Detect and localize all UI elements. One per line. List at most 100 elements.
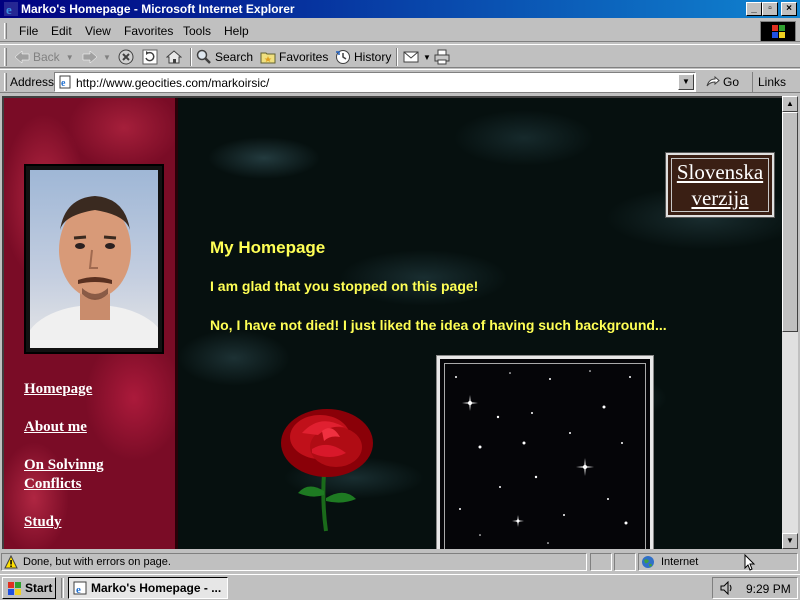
taskbar-separator	[61, 578, 64, 598]
menu-view[interactable]: View	[85, 24, 111, 38]
status-message: Done, but with errors on page.	[23, 556, 171, 568]
warning-icon[interactable]	[4, 555, 18, 569]
menu-edit[interactable]: Edit	[51, 24, 72, 38]
start-button[interactable]: Start	[2, 577, 56, 599]
forward-dropdown-icon[interactable]: ▼	[103, 53, 111, 62]
windows-logo-icon	[760, 21, 796, 42]
search-button[interactable]: Search	[196, 48, 253, 66]
portrait-image	[30, 196, 158, 348]
toolbar-separator	[190, 48, 192, 66]
history-icon	[336, 50, 350, 64]
favorites-folder-icon	[260, 52, 276, 64]
starfield-image-frame	[436, 355, 654, 549]
maximize-button[interactable]: ▫	[762, 2, 778, 16]
windows-flag-icon	[8, 582, 21, 595]
go-button[interactable]: Go	[706, 75, 739, 89]
history-label: History	[354, 50, 392, 64]
home-icon	[166, 50, 182, 64]
taskbar-ie-label: Marko's Homepage - ...	[91, 581, 222, 595]
mail-dropdown-icon[interactable]: ▼	[423, 53, 431, 62]
mouse-cursor-icon	[744, 554, 756, 571]
back-button[interactable]: Back ▼	[14, 48, 74, 66]
menu-favorites[interactable]: Favorites	[124, 24, 173, 38]
scroll-thumb[interactable]	[782, 112, 798, 332]
page-heading: My Homepage	[210, 238, 326, 257]
stop-icon	[118, 49, 134, 65]
profile-photo-frame	[24, 164, 164, 354]
address-input[interactable]: e http://www.geocities.com/markoirsic/ ▼	[54, 72, 696, 92]
nav-link-conflicts[interactable]: On Solvinng Conflicts	[24, 456, 134, 494]
status-bar: Done, but with errors on page. Internet	[0, 552, 800, 572]
menu-tools[interactable]: Tools	[183, 24, 211, 38]
title-bar[interactable]: e Marko's Homepage - Microsoft Internet …	[0, 0, 800, 18]
svg-text:e: e	[6, 2, 12, 17]
toolbar-grip[interactable]	[4, 73, 7, 91]
language-box: Slovenska verzija	[665, 152, 775, 218]
welcome-text: I am glad that you stopped on this page!	[210, 278, 479, 294]
go-arrow-icon	[706, 76, 720, 87]
vertical-scrollbar[interactable]: ▲ ▼	[782, 96, 798, 549]
home-button[interactable]	[166, 48, 185, 66]
back-dropdown-icon[interactable]: ▼	[66, 53, 74, 62]
address-bar: Address e http://www.geocities.com/marko…	[0, 69, 800, 93]
status-panel-empty	[590, 553, 612, 571]
svg-text:e: e	[76, 584, 81, 595]
svg-text:e: e	[61, 78, 66, 89]
refresh-button[interactable]	[142, 48, 161, 66]
sidebar: Homepage About me On Solvinng Conflicts …	[4, 98, 178, 549]
toolbar-grip[interactable]	[4, 23, 7, 39]
minimize-button[interactable]: _	[746, 2, 762, 16]
scroll-down-button[interactable]: ▼	[782, 533, 798, 549]
nav-link-about-me[interactable]: About me	[24, 418, 87, 437]
back-label: Back	[33, 50, 60, 64]
search-icon	[196, 49, 211, 64]
address-label: Address	[10, 75, 55, 89]
back-arrow-icon	[14, 50, 30, 64]
page-icon: e	[59, 75, 71, 89]
background-text: No, I have not died! I just liked the id…	[210, 317, 667, 333]
search-label: Search	[215, 50, 254, 64]
security-zone-panel: Internet	[638, 553, 798, 571]
printer-icon	[434, 49, 450, 65]
status-message-panel: Done, but with errors on page.	[1, 553, 587, 571]
toolbar-separator	[396, 48, 398, 66]
starfield-image	[455, 370, 631, 544]
ie-logo-icon: e	[4, 2, 18, 17]
page-content: Homepage About me On Solvinng Conflicts …	[2, 96, 782, 549]
taskbar-ie-window-button[interactable]: e Marko's Homepage - ...	[68, 577, 228, 599]
globe-icon	[642, 556, 654, 568]
clock[interactable]: 9:29 PM	[746, 582, 791, 596]
start-label: Start	[25, 581, 53, 595]
links-button[interactable]: Links	[752, 72, 786, 92]
scroll-up-button[interactable]: ▲	[782, 96, 798, 112]
stop-button[interactable]	[118, 48, 137, 66]
toolbar-grip[interactable]	[4, 48, 7, 66]
close-button[interactable]: ×	[781, 2, 797, 16]
nav-link-homepage[interactable]: Homepage	[24, 380, 92, 399]
nav-link-study[interactable]: Study	[24, 513, 62, 532]
menu-help[interactable]: Help	[224, 24, 249, 38]
volume-icon[interactable]	[719, 581, 735, 595]
slovenian-version-link[interactable]: Slovenska verzija	[668, 159, 772, 211]
menu-bar: File Edit View Favorites Tools Help	[0, 20, 800, 42]
mail-button[interactable]: ▼	[403, 48, 431, 66]
status-panel-empty	[614, 553, 636, 571]
favorites-button[interactable]: Favorites	[260, 48, 328, 66]
favorites-label: Favorites	[279, 50, 329, 64]
history-button[interactable]: History	[335, 48, 391, 66]
taskbar: Start e Marko's Homepage - ... 9:29 PM	[0, 574, 800, 600]
system-tray: 9:29 PM	[712, 577, 798, 599]
go-label: Go	[723, 75, 740, 89]
mail-icon	[403, 51, 419, 63]
rose-image	[281, 409, 373, 532]
menu-file[interactable]: File	[19, 24, 38, 38]
print-button[interactable]	[434, 48, 453, 66]
forward-button[interactable]: ▼	[82, 48, 111, 66]
forward-arrow-icon	[82, 50, 98, 64]
address-url: http://www.geocities.com/markoirsic/	[76, 76, 270, 90]
address-dropdown-icon[interactable]: ▼	[678, 74, 694, 90]
links-label: Links	[758, 75, 787, 89]
security-zone-label: Internet	[661, 556, 699, 568]
profile-photo	[30, 170, 158, 348]
standard-toolbar: Back ▼ ▼ Search Favorites History ▼	[0, 44, 800, 68]
